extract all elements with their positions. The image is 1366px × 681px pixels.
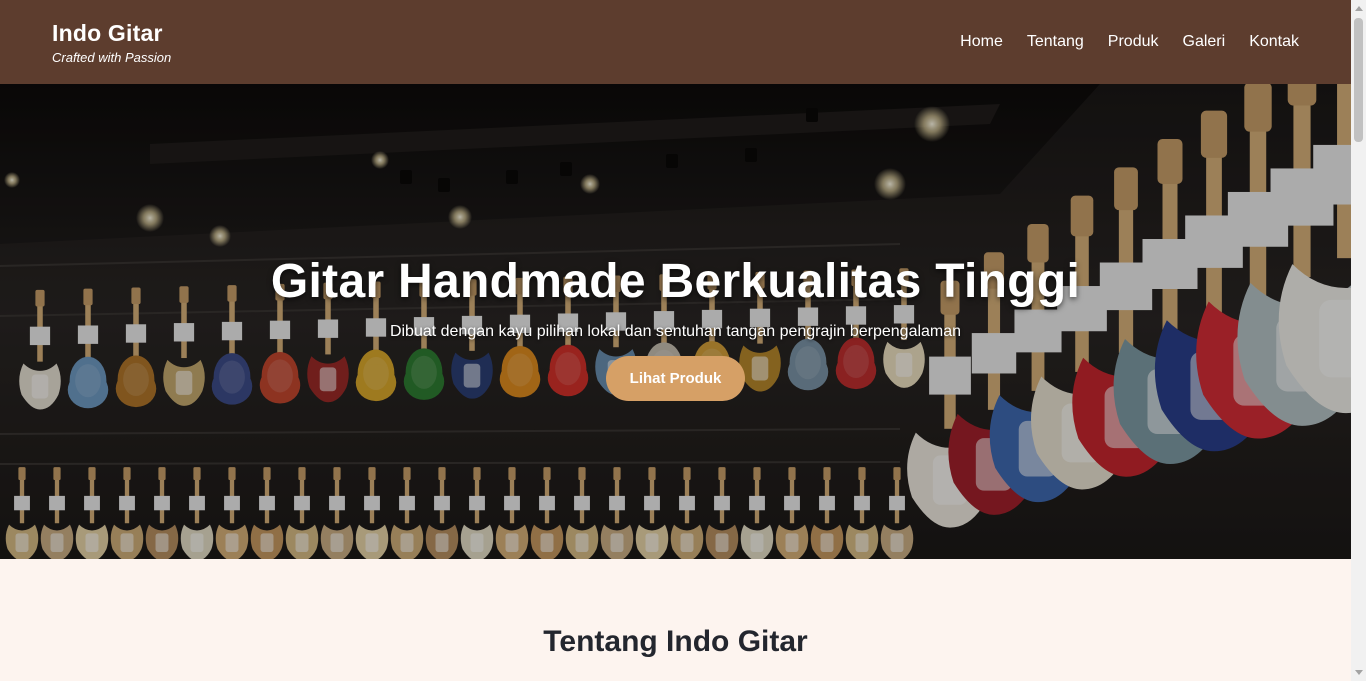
nav-link-produk[interactable]: Produk [1108,33,1159,51]
scroll-down-arrow-icon[interactable] [1355,670,1363,675]
nav-link-tentang[interactable]: Tentang [1027,33,1084,51]
nav-link-home[interactable]: Home [960,33,1003,51]
about-title: Tentang Indo Gitar [543,625,808,658]
vertical-scrollbar[interactable] [1351,0,1366,681]
about-section: Tentang Indo Gitar [0,559,1351,681]
view-products-button[interactable]: Lihat Produk [606,356,745,401]
nav-link-galeri[interactable]: Galeri [1183,33,1226,51]
hero-section: Gitar Handmade Berkualitas Tinggi Dibuat… [0,84,1351,559]
hero-content: Gitar Handmade Berkualitas Tinggi Dibuat… [0,254,1351,401]
scroll-up-arrow-icon[interactable] [1355,6,1363,11]
brand[interactable]: Indo Gitar Crafted with Passion [52,20,171,65]
hero-subtitle: Dibuat dengan kayu pilihan lokal dan sen… [389,323,962,340]
site-header: Indo Gitar Crafted with Passion Home Ten… [0,0,1351,84]
main-nav: Home Tentang Produk Galeri Kontak [960,33,1299,51]
scrollbar-thumb[interactable] [1354,18,1363,142]
nav-link-kontak[interactable]: Kontak [1249,33,1299,51]
brand-tagline: Crafted with Passion [52,50,172,65]
brand-name[interactable]: Indo Gitar [52,20,171,47]
hero-title: Gitar Handmade Berkualitas Tinggi [270,255,1081,308]
page: Indo Gitar Crafted with Passion Home Ten… [0,0,1351,681]
